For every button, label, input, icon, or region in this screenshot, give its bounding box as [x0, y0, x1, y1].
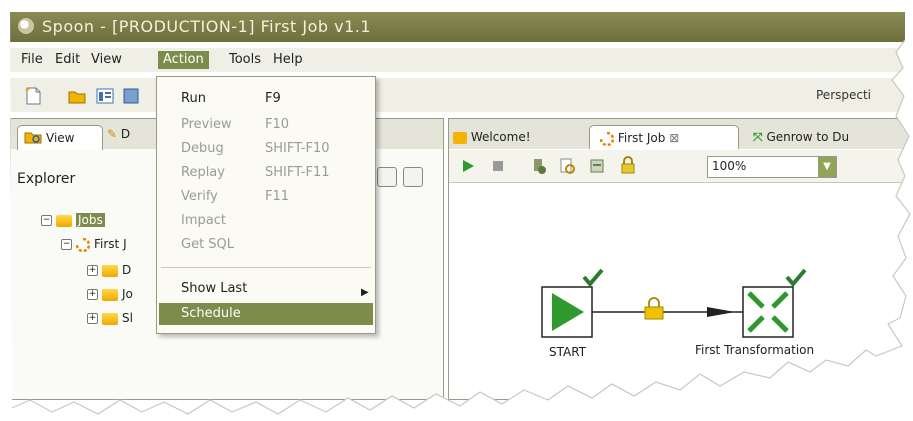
job-canvas[interactable]: START First Transformation: [449, 183, 909, 399]
menu-shortcut: F9: [265, 91, 281, 106]
spoon-logo-icon: [18, 18, 34, 34]
view-tab-icon: [24, 132, 42, 144]
main-toolbar: Perspecti: [10, 78, 908, 112]
tab-view-label: View: [46, 131, 75, 145]
menu-action[interactable]: Action: [158, 51, 209, 69]
folder-icon: [102, 288, 118, 301]
hop-lock-icon: [644, 297, 664, 320]
job-graph: [541, 268, 807, 338]
explorer-options-button[interactable]: [403, 167, 423, 187]
expand-icon[interactable]: +: [87, 313, 98, 324]
collapse-icon[interactable]: −: [61, 239, 72, 250]
tree-item-first-job[interactable]: − First J: [61, 235, 127, 253]
tab-first-job-label: First Job: [617, 131, 666, 145]
menu-shortcut: SHIFT-F10: [265, 141, 330, 156]
zoom-select[interactable]: 100% ▼: [707, 156, 837, 178]
transformation-icon: ⤧: [753, 130, 763, 144]
tree-item-label: First J: [94, 237, 127, 251]
tree-item-d[interactable]: + D: [87, 261, 131, 279]
lock-icon[interactable]: [619, 156, 639, 174]
menu-shortcut: F11: [265, 189, 290, 204]
tab-welcome[interactable]: Welcome!: [453, 125, 531, 149]
explore-repository-icon[interactable]: [96, 87, 114, 105]
folder-icon: [102, 312, 118, 325]
stop-icon[interactable]: [491, 159, 505, 173]
menu-item-schedule[interactable]: Schedule: [181, 304, 241, 324]
menu-shortcut: F10: [265, 117, 290, 132]
tree-item-sl[interactable]: + Sl: [87, 309, 133, 327]
node-label-start: START: [549, 345, 587, 359]
menu-item-run[interactable]: Run: [181, 89, 206, 109]
start-node: [541, 268, 604, 338]
menu-shortcut: SHIFT-F11: [265, 165, 330, 180]
tree-item-label: Jobs: [76, 213, 105, 227]
open-folder-icon[interactable]: [68, 87, 86, 105]
expand-icon[interactable]: +: [87, 265, 98, 276]
welcome-icon: [453, 131, 467, 144]
menu-item-preview: Preview: [181, 117, 232, 132]
tree-item-label: D: [122, 263, 132, 277]
collapse-icon[interactable]: −: [41, 215, 52, 226]
action-menu: Run F9 Preview F10 Debug SHIFT-F10 Repla…: [156, 76, 376, 334]
window-title-bar: Spoon - [PRODUCTION-1] First Job v1.1: [10, 12, 908, 42]
menu-tools[interactable]: Tools: [224, 51, 266, 69]
tree-item-label: Sl: [122, 311, 133, 325]
tab-view[interactable]: View: [17, 125, 103, 150]
close-tab-icon[interactable]: ⊠: [669, 131, 679, 145]
tab-first-job[interactable]: First Job ⊠: [589, 125, 739, 149]
node-label-transformation: First Transformation: [695, 343, 815, 357]
transformation-node: [742, 268, 807, 338]
tree-item-label: Jo: [122, 287, 133, 301]
editor-toolbar: 100% ▼: [449, 150, 909, 183]
editor-tab-strip: Welcome! First Job ⊠ ⤧ Genrow to Du: [449, 119, 909, 149]
menu-item-debug: Debug: [181, 141, 224, 156]
pencil-icon: ✎: [107, 127, 118, 141]
tree-item-jobs[interactable]: − Jobs: [41, 211, 105, 229]
tab-genrow[interactable]: ⤧ Genrow to Du: [753, 125, 849, 149]
new-file-icon[interactable]: [24, 87, 42, 105]
expand-icon[interactable]: +: [87, 289, 98, 300]
menu-file[interactable]: File: [16, 51, 48, 69]
tab-design-label: D: [120, 127, 131, 141]
success-check-icon: [785, 268, 807, 288]
explorer-label: Explorer: [17, 171, 76, 187]
run-icon[interactable]: [461, 159, 475, 173]
perspective-label[interactable]: Perspecti: [816, 88, 871, 102]
tab-genrow-label: Genrow to Du: [766, 130, 850, 144]
menu-help[interactable]: Help: [268, 51, 308, 69]
menu-edit[interactable]: Edit: [50, 51, 85, 69]
tab-welcome-label: Welcome!: [470, 130, 531, 144]
database-icon[interactable]: [589, 158, 605, 174]
tab-design[interactable]: ✎ D: [107, 127, 130, 141]
menu-item-impact: Impact: [181, 213, 226, 228]
check-icon[interactable]: [559, 157, 575, 175]
job-editor-panel: Welcome! First Job ⊠ ⤧ Genrow to Du 100%…: [448, 118, 910, 400]
collapse-all-button[interactable]: [377, 167, 397, 187]
chevron-down-icon[interactable]: ▼: [818, 157, 836, 177]
menu-separator: [161, 267, 371, 268]
menu-view[interactable]: View: [86, 51, 127, 69]
job-icon: [599, 131, 615, 146]
menu-item-replay: Replay: [181, 165, 225, 180]
menu-item-get-sql: Get SQL: [181, 237, 235, 252]
folder-icon: [56, 214, 72, 227]
submenu-arrow-icon: ▶: [361, 287, 369, 298]
menu-item-verify: Verify: [181, 189, 218, 204]
replay-icon[interactable]: [531, 157, 547, 175]
zoom-value: 100%: [712, 159, 747, 173]
menu-item-show-last[interactable]: Show Last: [181, 279, 247, 299]
folder-icon: [102, 264, 118, 277]
hop-arrow-icon: [707, 307, 735, 317]
save-icon[interactable]: [122, 87, 140, 105]
tree-item-jo[interactable]: + Jo: [87, 285, 133, 303]
menu-bar: File Edit View Action Tools Help: [10, 48, 908, 72]
success-check-icon: [582, 268, 604, 288]
job-icon: [76, 237, 90, 252]
window-title: Spoon - [PRODUCTION-1] First Job v1.1: [42, 17, 372, 36]
